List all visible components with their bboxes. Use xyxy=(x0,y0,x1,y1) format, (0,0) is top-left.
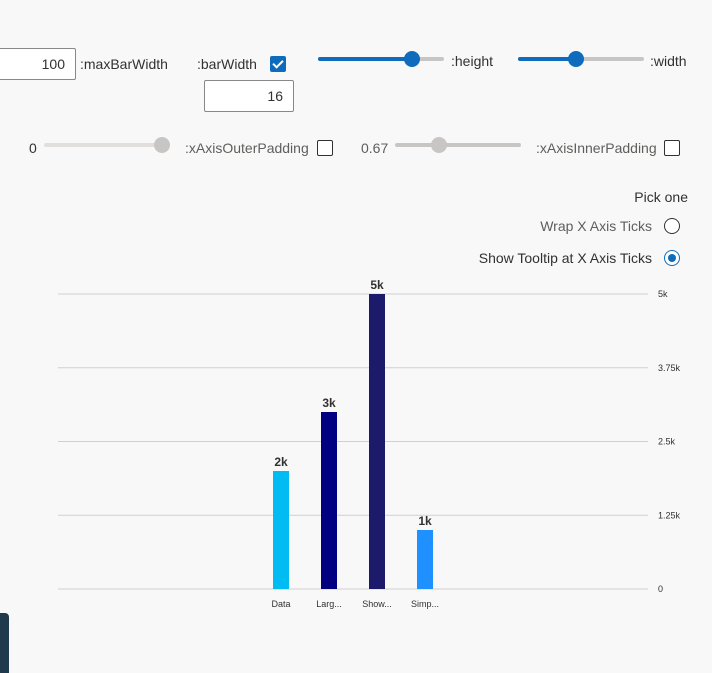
height-slider-thumb[interactable] xyxy=(403,51,420,67)
height-slider-fill xyxy=(318,57,412,61)
data-label: 5k xyxy=(370,278,384,292)
width-slider-track xyxy=(518,51,644,67)
y-tick-label: 2.5k xyxy=(658,437,676,447)
bar-width-checkbox[interactable] xyxy=(270,56,286,72)
x-tick-label: Larg... xyxy=(316,599,342,609)
bar-chart: 2k 3k 5k 1k 0 1.25k 2.5k 3.75k 5k Data Larg... Sh… xyxy=(58,278,681,609)
data-label: 1k xyxy=(418,514,432,528)
inner-padding-slider-thumb[interactable] xyxy=(431,137,448,153)
width-label: :width xyxy=(650,53,687,69)
inner-padding-label: :xAxisInnerPadding xyxy=(536,140,657,156)
height-label: :height xyxy=(451,53,494,69)
outer-padding-slider[interactable] xyxy=(44,137,170,153)
inner-padding-checkbox[interactable] xyxy=(664,140,680,156)
tooltip-ticks-radio[interactable] xyxy=(664,250,680,266)
wrap-ticks-label: Wrap X Axis Ticks xyxy=(540,218,652,234)
x-tick-label: Simp... xyxy=(411,599,439,609)
width-slider-thumb[interactable] xyxy=(567,51,584,67)
bar[interactable] xyxy=(417,530,433,589)
inner-padding-value: 0.67 xyxy=(361,140,389,156)
height-slider[interactable] xyxy=(318,51,444,67)
tick-mode-title: Pick one xyxy=(634,189,688,205)
data-label: 2k xyxy=(274,455,288,469)
height-slider-track xyxy=(318,51,444,67)
y-tick-label: 1.25k xyxy=(658,510,681,520)
y-tick-label: 3.75k xyxy=(658,363,681,373)
inner-padding-slider[interactable] xyxy=(395,137,521,153)
x-tick-label: Show... xyxy=(362,599,392,609)
outer-padding-slider-track xyxy=(44,137,170,153)
bar[interactable] xyxy=(273,471,289,589)
data-label: 3k xyxy=(322,396,336,410)
bar[interactable] xyxy=(369,294,385,589)
bar-width-input[interactable]: 16 xyxy=(204,80,294,112)
outer-padding-slider-thumb[interactable] xyxy=(154,137,170,153)
outer-padding-label: :xAxisOuterPadding xyxy=(185,140,309,156)
bar[interactable] xyxy=(321,412,337,589)
y-tick-label: 0 xyxy=(658,584,663,594)
tooltip-ticks-label: Show Tooltip at X Axis Ticks xyxy=(478,250,652,266)
y-tick-label: 5k xyxy=(658,289,668,299)
bar-width-label: :barWidth xyxy=(197,56,257,72)
side-panel-tab[interactable] xyxy=(0,613,9,673)
max-bar-width-input[interactable]: 100 xyxy=(0,48,76,80)
max-bar-width-label: :maxBarWidth xyxy=(80,56,168,72)
width-slider[interactable] xyxy=(518,51,644,67)
width-slider-fill xyxy=(518,57,576,61)
outer-padding-value: 0 xyxy=(29,140,37,156)
outer-padding-checkbox[interactable] xyxy=(317,140,333,156)
inner-padding-slider-track xyxy=(395,137,521,153)
x-tick-label: Data xyxy=(271,599,290,609)
wrap-ticks-radio[interactable] xyxy=(664,218,680,234)
